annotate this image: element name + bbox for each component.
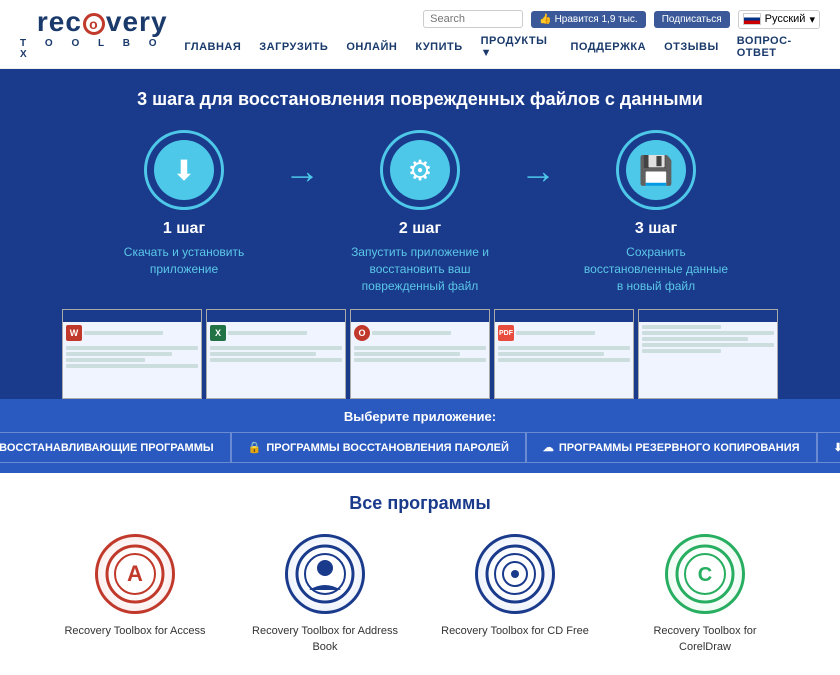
program-access-name: Recovery Toolbox for Access: [64, 624, 205, 639]
program-access-icon: A: [95, 534, 175, 614]
step-2-icon: ⚙: [390, 140, 450, 200]
screenshot-4[interactable]: PDF: [494, 309, 634, 399]
program-cd-name: Recovery Toolbox for CD Free: [441, 624, 589, 639]
programs-grid: A Recovery Toolbox for Access Recovery T…: [40, 534, 800, 655]
tab-passwords[interactable]: 🔒 ПРОГРАММЫ ВОССТАНОВЛЕНИЯ ПАРОЛЕЙ: [231, 432, 526, 463]
screenshot-1[interactable]: W: [62, 309, 202, 399]
svg-text:A: A: [127, 561, 143, 586]
programs-title: Все программы: [40, 493, 800, 514]
nav-reviews[interactable]: ОТЗЫВЫ: [664, 41, 719, 53]
arrow-1: →: [274, 150, 330, 192]
nav-faq[interactable]: ВОПРОС-ОТВЕТ: [737, 35, 820, 59]
language-label: Русский: [765, 13, 806, 25]
flag-icon: [743, 13, 761, 25]
screenshot-5[interactable]: [638, 309, 778, 399]
tab-backup-label: ПРОГРАММЫ РЕЗЕРВНОГО КОПИРОВАНИЯ: [559, 442, 800, 454]
program-corel-icon: C: [665, 534, 745, 614]
program-address[interactable]: Recovery Toolbox for AddressBook: [245, 534, 405, 655]
language-selector[interactable]: Русский ▾: [738, 10, 820, 29]
program-cd-icon: [475, 534, 555, 614]
steps-row: ⬇ 1 шаг Скачать и установитьприложение →…: [40, 130, 800, 294]
arrow-2: →: [510, 150, 566, 192]
nav-products[interactable]: ПРОДУКТЫ ▼: [481, 35, 553, 59]
tabs-row: ☰ ВСЕ ПРОГРАММЫ ↺ ВОССТАНАВЛИВАЮЩИЕ ПРОГ…: [20, 432, 820, 463]
nav-download[interactable]: ЗАГРУЗИТЬ: [259, 41, 328, 53]
header-right: 👍 Нравится 1,9 тыс. Подписаться Русский …: [184, 10, 820, 59]
fb-like-button[interactable]: 👍 Нравится 1,9 тыс.: [531, 11, 646, 28]
steps-section: 3 шага для восстановления поврежденных ф…: [0, 69, 840, 399]
step-1-desc: Скачать и установитьприложение: [124, 244, 244, 278]
tab-free[interactable]: ⬇ БЕСПЛАТНЫЕ ПРОГРАММЫ: [817, 432, 840, 463]
fb-subscribe-label: Подписаться: [662, 14, 722, 25]
program-cd[interactable]: Recovery Toolbox for CD Free: [435, 534, 595, 655]
logo-subtitle: T O O L B O X: [20, 38, 184, 60]
logo-text: recovery: [37, 8, 168, 36]
step-2: ⚙ 2 шаг Запустить приложение ивосстанови…: [330, 130, 510, 294]
step-1-icon-circle: ⬇: [144, 130, 224, 210]
app-selector: Выберите приложение: ☰ ВСЕ ПРОГРАММЫ ↺ В…: [0, 399, 840, 473]
step-1: ⬇ 1 шаг Скачать и установитьприложение: [94, 130, 274, 278]
nav-online[interactable]: ОНЛАЙН: [346, 41, 397, 53]
step-3-number: 3 шаг: [635, 220, 677, 238]
step-3: 💾 3 шаг Сохранитьвосстановленные данныев…: [566, 130, 746, 294]
program-access[interactable]: A Recovery Toolbox for Access: [55, 534, 215, 655]
nav-bar: ГЛАВНАЯ ЗАГРУЗИТЬ ОНЛАЙН КУПИТЬ ПРОДУКТЫ…: [184, 35, 820, 59]
programs-section: Все программы A Recovery Toolbox for Acc…: [0, 473, 840, 675]
fb-like-count: Нравится 1,9 тыс.: [555, 14, 638, 25]
search-input[interactable]: [423, 10, 523, 28]
program-address-icon: [285, 534, 365, 614]
steps-title: 3 шага для восстановления поврежденных ф…: [40, 89, 800, 110]
fb-subscribe-button[interactable]: Подписаться: [654, 11, 730, 28]
tab-passwords-label: ПРОГРАММЫ ВОССТАНОВЛЕНИЯ ПАРОЛЕЙ: [266, 442, 509, 454]
logo[interactable]: recovery T O O L B O X: [20, 8, 184, 60]
program-address-name: Recovery Toolbox for AddressBook: [252, 624, 398, 655]
page-header: recovery T O O L B O X 👍 Нравится 1,9 ты…: [0, 0, 840, 69]
step-2-number: 2 шаг: [399, 220, 441, 238]
program-corel[interactable]: C Recovery Toolbox forCorelDraw: [625, 534, 785, 655]
screenshots-strip: W X: [40, 294, 800, 399]
step-1-number: 1 шаг: [163, 220, 205, 238]
header-top-actions: 👍 Нравится 1,9 тыс. Подписаться Русский …: [423, 10, 820, 29]
nav-buy[interactable]: КУПИТЬ: [415, 41, 462, 53]
step-2-icon-circle: ⚙: [380, 130, 460, 210]
step-3-icon: 💾: [626, 140, 686, 200]
tab-backup-icon: ☁: [543, 441, 554, 454]
thumbs-up-icon: 👍: [539, 14, 551, 25]
chevron-down-icon: ▾: [809, 13, 815, 26]
tab-backup[interactable]: ☁ ПРОГРАММЫ РЕЗЕРВНОГО КОПИРОВАНИЯ: [526, 432, 817, 463]
program-corel-name: Recovery Toolbox forCorelDraw: [653, 624, 756, 655]
app-selector-label: Выберите приложение:: [20, 409, 820, 424]
svg-text:C: C: [698, 564, 712, 586]
step-3-desc: Сохранитьвосстановленные данныев новый ф…: [584, 244, 728, 294]
step-2-desc: Запустить приложение ивосстановить вашпо…: [351, 244, 489, 294]
tab-recovery[interactable]: ↺ ВОССТАНАВЛИВАЮЩИЕ ПРОГРАММЫ: [0, 432, 231, 463]
screenshot-2[interactable]: X: [206, 309, 346, 399]
tab-recovery-label: ВОССТАНАВЛИВАЮЩИЕ ПРОГРАММЫ: [0, 442, 214, 454]
tab-free-icon: ⬇: [834, 441, 840, 454]
nav-support[interactable]: ПОДДЕРЖКА: [570, 41, 646, 53]
step-1-icon: ⬇: [154, 140, 214, 200]
step-3-icon-circle: 💾: [616, 130, 696, 210]
screenshot-3[interactable]: O: [350, 309, 490, 399]
tab-passwords-icon: 🔒: [248, 441, 262, 454]
nav-home[interactable]: ГЛАВНАЯ: [184, 41, 241, 53]
